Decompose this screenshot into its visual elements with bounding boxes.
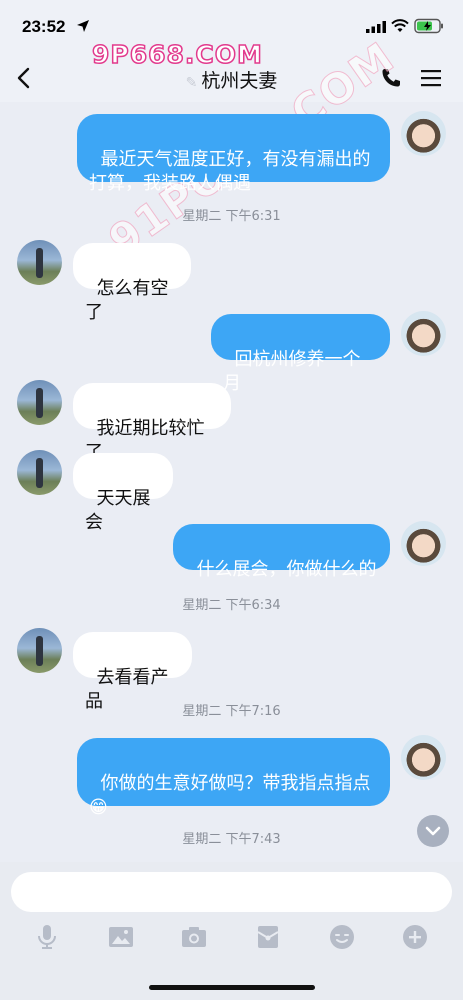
message-bubble-outgoing[interactable]: 什么展会，你做什么的 [173, 524, 390, 580]
message-bubble-incoming[interactable]: 我近期比较忙了 [73, 383, 231, 463]
microphone-icon[interactable] [34, 924, 60, 950]
contact-avatar[interactable] [17, 628, 62, 673]
emoji-icon[interactable] [329, 924, 355, 950]
self-avatar[interactable] [401, 111, 446, 156]
plus-icon[interactable] [402, 924, 428, 950]
message-bubble-incoming[interactable]: 天天展会 [73, 453, 173, 533]
message-input[interactable] [11, 872, 452, 912]
watermark-logo: 9P668.COM [91, 39, 263, 70]
status-time: 23:52 [22, 17, 66, 36]
message-bubble-outgoing[interactable]: 你做的生意好做吗？带我指点指点 😁 [77, 738, 390, 818]
self-avatar[interactable] [401, 735, 446, 780]
location-arrow-icon [77, 20, 89, 32]
timestamp: 星期二 下午7:43 [182, 832, 281, 847]
home-indicator[interactable] [149, 985, 315, 990]
self-avatar[interactable] [401, 311, 446, 356]
pin-icon: ✎ [185, 75, 198, 91]
chevron-down-icon [425, 826, 441, 836]
message-text: 怎么有空了 [85, 278, 169, 323]
timestamp: 星期二 下午6:34 [182, 598, 281, 613]
battery-charging-icon [414, 18, 443, 34]
timestamp: 星期二 下午7:16 [182, 704, 281, 719]
image-icon[interactable] [108, 924, 134, 950]
chat-title-text: 杭州夫妻 [201, 70, 278, 92]
timestamp: 星期二 下午6:31 [182, 209, 281, 224]
message-bubble-outgoing[interactable]: 最近天气温度正好，有没有漏出的 打算，我装路人偶遇 [77, 114, 390, 194]
message-bubble-incoming[interactable]: 怎么有空了 [73, 243, 191, 323]
message-text: 什么展会，你做什么的 [196, 559, 377, 580]
message-bubble-outgoing[interactable]: 回杭州修养一个月 [211, 314, 390, 394]
message-bubble-incoming[interactable]: 去看看产品 [73, 632, 192, 712]
message-text: 你做的生意好做吗？带我指点指点 😁 [89, 773, 371, 818]
self-avatar[interactable] [401, 521, 446, 566]
menu-icon[interactable] [420, 69, 442, 87]
message-text: 回杭州修养一个月 [223, 349, 361, 394]
red-packet-icon[interactable] [255, 924, 281, 950]
message-text: 最近天气温度正好，有没有漏出的 打算，我装路人偶遇 [89, 149, 371, 194]
scroll-to-bottom-button[interactable] [417, 815, 449, 847]
contact-avatar[interactable] [17, 380, 62, 425]
wifi-icon [391, 19, 409, 32]
message-text: 天天展会 [85, 488, 151, 533]
contact-avatar[interactable] [17, 240, 62, 285]
camera-icon[interactable] [181, 924, 207, 950]
input-area [0, 862, 463, 1000]
contact-avatar[interactable] [17, 450, 62, 495]
